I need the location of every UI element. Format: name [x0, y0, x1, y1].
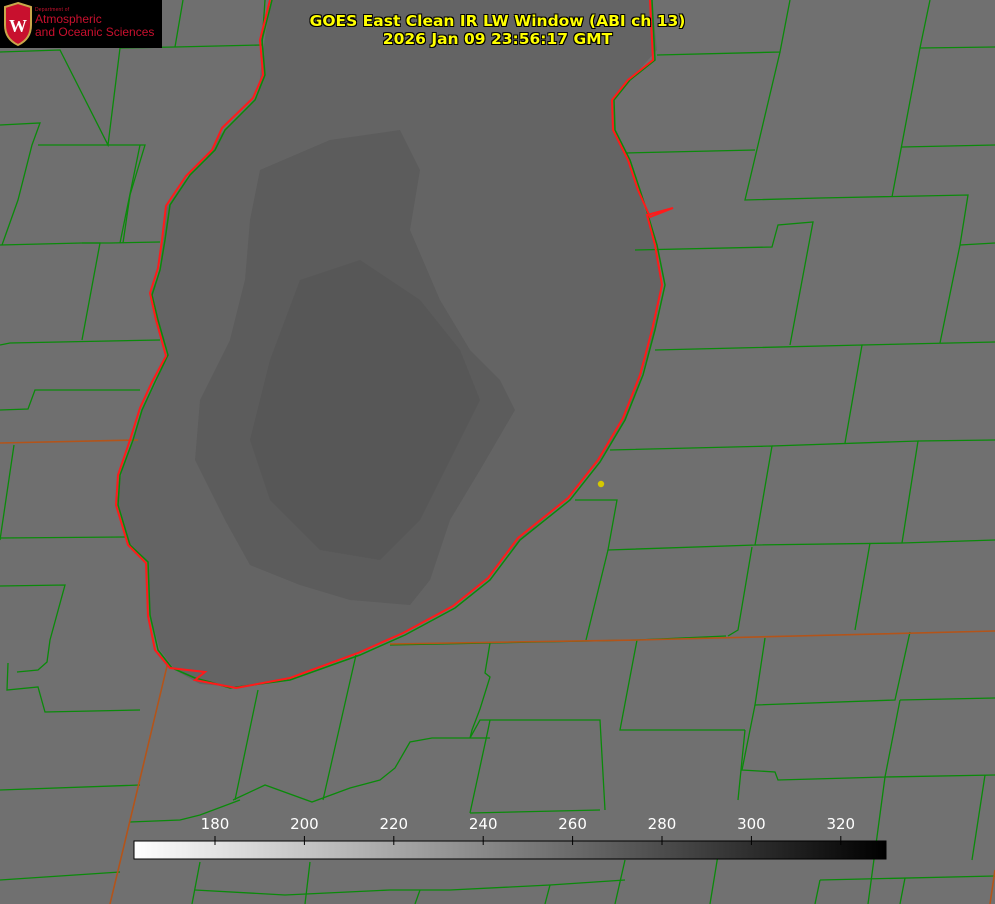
satellite-image-view: W Department of Atmospheric and Oceanic …	[0, 0, 995, 904]
colorbar-tick-label: 240	[468, 815, 498, 833]
colorbar-tick-label: 260	[558, 815, 587, 833]
ir-satellite-map	[0, 0, 995, 904]
colorbar-tick-label: 200	[290, 815, 319, 833]
colorbar-tick-label: 320	[826, 815, 856, 833]
land-shade-south	[0, 640, 995, 904]
colorbar-tick-label: 300	[737, 815, 766, 833]
image-title: GOES East Clean IR LW Window (ABI ch 13)	[309, 12, 686, 30]
colorbar-tick-label: 180	[200, 815, 230, 833]
colorbar	[133, 840, 887, 860]
colorbar-tick-label: 220	[379, 815, 409, 833]
colorbar-tick-label: 280	[647, 815, 677, 833]
station-marker-icon	[597, 480, 605, 488]
image-timestamp: 2026 Jan 09 23:56:17 GMT	[382, 30, 613, 48]
